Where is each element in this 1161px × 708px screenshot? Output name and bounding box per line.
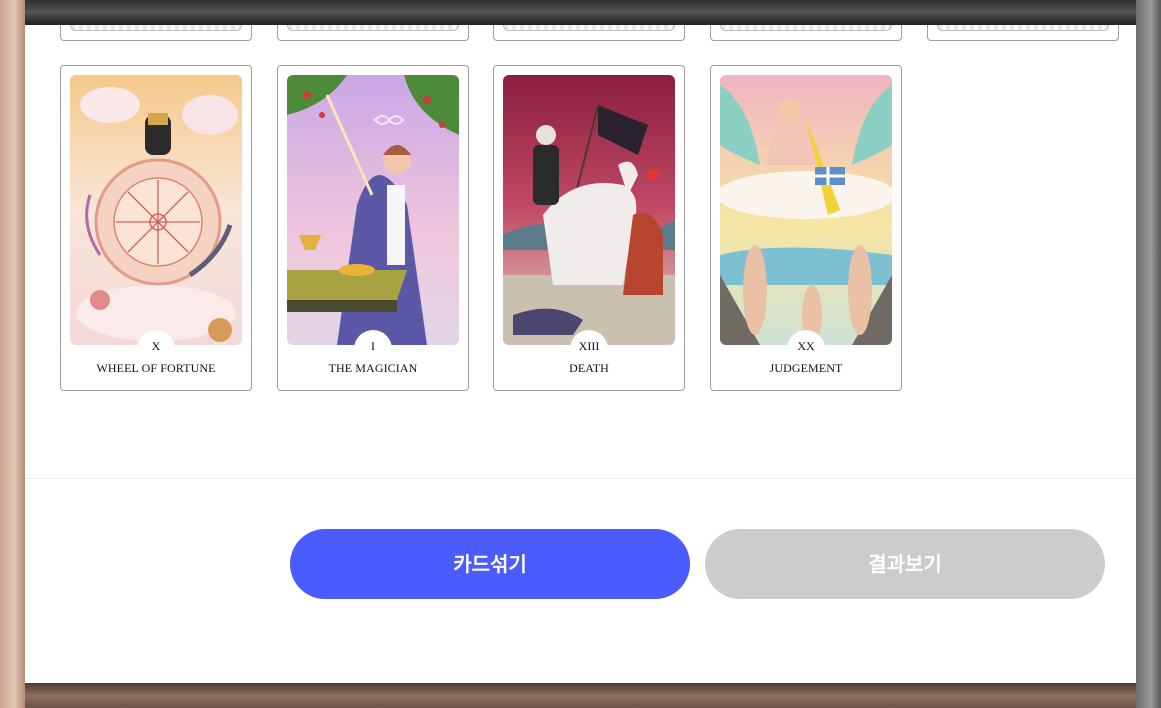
tarot-card-back[interactable] xyxy=(927,25,1119,41)
view-result-button[interactable]: 결과보기 xyxy=(705,529,1105,599)
tarot-card-the-magician[interactable]: I THE MAGICIAN xyxy=(277,65,469,391)
tarot-modal: X WHEEL OF FORTUNE I THE MAGICIAN XIII D… xyxy=(25,25,1136,683)
card-name: DEATH xyxy=(569,361,609,375)
tarot-card-back[interactable] xyxy=(277,25,469,41)
tarot-card-judgement[interactable]: XX JUDGEMENT xyxy=(710,65,902,391)
wheel-of-fortune-illustration xyxy=(70,75,242,345)
tarot-card-back[interactable] xyxy=(493,25,685,41)
tarot-card-death[interactable]: XIII DEATH xyxy=(493,65,685,391)
card-name: WHEEL OF FORTUNE xyxy=(96,361,216,375)
death-illustration xyxy=(503,75,675,345)
tarot-card-back[interactable] xyxy=(60,25,252,41)
judgement-illustration xyxy=(720,75,892,345)
tarot-card-back[interactable] xyxy=(710,25,902,41)
shuffle-cards-button[interactable]: 카드섞기 xyxy=(290,529,690,599)
card-name: JUDGEMENT xyxy=(769,361,843,375)
magician-illustration xyxy=(287,75,459,345)
divider xyxy=(25,478,1136,479)
card-name: THE MAGICIAN xyxy=(328,361,418,375)
tarot-card-wheel-of-fortune[interactable]: X WHEEL OF FORTUNE xyxy=(60,65,252,391)
